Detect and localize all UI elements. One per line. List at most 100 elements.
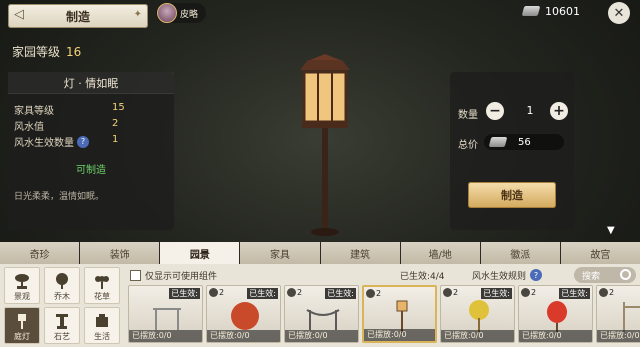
subcategory-button[interactable]: 景观 <box>4 267 40 304</box>
close-button[interactable]: ✕ <box>608 2 630 24</box>
money-bag-icon <box>366 289 375 298</box>
item-list: 已生效: 已摆放:0/0 2 已生效: 已摆放:0/0 2 已生效: 已摆放:0… <box>128 285 640 347</box>
money-bag-icon <box>521 288 530 297</box>
stat-value: 15 <box>112 102 125 113</box>
subcategory-button[interactable]: 生活 <box>84 306 120 344</box>
item-thumbnail <box>469 300 489 332</box>
placed-count: 已摆放:0/0 <box>519 330 592 342</box>
stone-icon <box>56 313 68 329</box>
subcategory-button[interactable]: 石艺 <box>44 306 80 344</box>
craftable-status: 可制造 <box>76 165 106 176</box>
subcategory-button[interactable]: 花草 <box>84 267 120 304</box>
item-thumbnail <box>547 301 567 332</box>
item-thumbnail <box>623 302 640 332</box>
make-button[interactable]: 制造 <box>468 182 556 208</box>
stat-row: 风水生效数量? 1 <box>14 134 134 149</box>
item-cost: 2 <box>209 288 224 297</box>
flower-icon <box>95 276 109 289</box>
currency-amount: 10601 <box>545 4 580 18</box>
money-bag-icon <box>209 288 218 297</box>
help-icon[interactable]: ? <box>530 269 543 281</box>
tab[interactable]: 装饰 <box>80 242 160 264</box>
tab[interactable]: 建筑 <box>320 242 400 264</box>
subcategory-button[interactable]: 庭灯 <box>4 306 40 344</box>
item-card-selected[interactable]: 2 已摆放:0/0 <box>362 285 437 343</box>
money-bag-icon <box>443 288 452 297</box>
item-cost: 2 <box>287 288 302 297</box>
subcategory-label: 生活 <box>94 331 110 341</box>
total-price: 56 <box>484 134 564 150</box>
money-bag-icon <box>599 288 608 297</box>
user-name: 皮略 <box>180 9 199 20</box>
subcategory-button[interactable]: 乔木 <box>44 267 80 304</box>
placed-count: 已摆放:0/0 <box>597 330 640 342</box>
collapse-triangle-icon[interactable]: ▼ <box>607 225 615 236</box>
search-input[interactable]: 搜索 <box>574 267 636 283</box>
home-level: 家园等级 16 <box>12 43 81 60</box>
stat-label: 风水生效数量 <box>14 138 74 149</box>
lamp-icon <box>18 313 26 329</box>
item-card[interactable]: 2 已生效: 已摆放:0/0 <box>206 285 281 343</box>
item-thumbnail <box>306 309 340 330</box>
silver-ingot-icon <box>488 137 508 147</box>
search-icon <box>620 269 631 280</box>
category-tabs: 奇珍 装饰 园景 家具 建筑 墙/地 徽派 故宫 <box>0 242 640 264</box>
item-cost: 2 <box>599 288 614 297</box>
back-arrow-icon[interactable]: ◁ <box>14 7 24 22</box>
placed-count: 已摆放:0/0 <box>207 330 280 342</box>
fengshui-rule[interactable]: 风水生效规则? <box>472 269 543 282</box>
item-card[interactable]: 2 已生效: 已摆放:0/0 <box>440 285 515 343</box>
lamp-preview-image <box>300 54 350 236</box>
increase-quantity-button[interactable]: + <box>550 102 568 120</box>
item-card[interactable]: 2 已摆放:0/0 <box>596 285 640 343</box>
quantity-label: 数量 <box>458 110 478 121</box>
home-level-value: 16 <box>66 45 82 59</box>
subcategory-label: 景观 <box>14 292 30 301</box>
avatar[interactable] <box>157 3 177 23</box>
decrease-quantity-button[interactable]: − <box>486 102 504 120</box>
subcategory-label: 花草 <box>94 292 110 301</box>
tab[interactable]: 园景 <box>160 242 240 264</box>
total-price-value: 56 <box>518 136 531 148</box>
user-profile[interactable]: 皮略 <box>156 3 207 23</box>
subcategory-label: 庭灯 <box>14 331 30 341</box>
help-icon[interactable]: ? <box>77 135 89 148</box>
item-thumbnail <box>153 308 181 330</box>
search-placeholder: 搜索 <box>582 271 601 282</box>
tab[interactable]: 徽派 <box>480 242 560 264</box>
tab[interactable]: 家具 <box>240 242 320 264</box>
usable-only-checkbox[interactable] <box>130 269 141 281</box>
placed-count: 已摆放:0/0 <box>441 330 514 342</box>
item-card[interactable]: 已生效: 已摆放:0/0 <box>128 285 203 343</box>
item-cost: 2 <box>521 288 536 297</box>
subcategory-label: 乔木 <box>54 292 70 301</box>
placed-count: 已摆放:0/0 <box>129 330 202 342</box>
page-title: 制造 <box>65 9 90 24</box>
quantity-value: 1 <box>526 104 534 117</box>
item-cost: 2 <box>443 288 458 297</box>
tree-icon <box>56 273 68 289</box>
stat-label: 风水值 <box>14 122 44 133</box>
ornament-icon: ✦ <box>133 9 142 20</box>
item-cost: 2 <box>366 289 381 298</box>
stat-label: 家具等级 <box>14 106 54 117</box>
item-card[interactable]: 2 已生效: 已摆放:0/0 <box>518 285 593 343</box>
item-browser: 景观 乔木 花草 庭灯 石艺 生活 仅显示可使用组件 已生效:4/4 风水生效规… <box>0 264 640 347</box>
placed-count: 已摆放:0/0 <box>285 330 358 342</box>
item-thumbnail <box>231 302 259 330</box>
total-price-label: 总价 <box>458 140 478 151</box>
tab[interactable]: 奇珍 <box>0 242 80 264</box>
active-count: 已生效:4/4 <box>400 271 445 282</box>
item-name: 灯 · 情如眠 <box>8 72 174 94</box>
tab[interactable]: 故宫 <box>560 242 640 264</box>
item-info-panel: 灯 · 情如眠 家具等级 15 风水值 2 风水生效数量? 1 可制造 日光柔柔… <box>8 72 174 230</box>
item-card[interactable]: 2 已生效: 已摆放:0/0 <box>284 285 359 343</box>
tab[interactable]: 墙/地 <box>400 242 480 264</box>
usable-only-label: 仅显示可使用组件 <box>145 271 218 282</box>
placed-count: 已摆放:0/0 <box>364 329 435 341</box>
stat-value: 2 <box>112 118 119 129</box>
stat-row: 风水值 2 <box>14 118 134 133</box>
currency-display: 10601 <box>521 2 603 20</box>
silver-ingot-icon <box>521 6 541 16</box>
subcategory-label: 石艺 <box>54 331 70 341</box>
